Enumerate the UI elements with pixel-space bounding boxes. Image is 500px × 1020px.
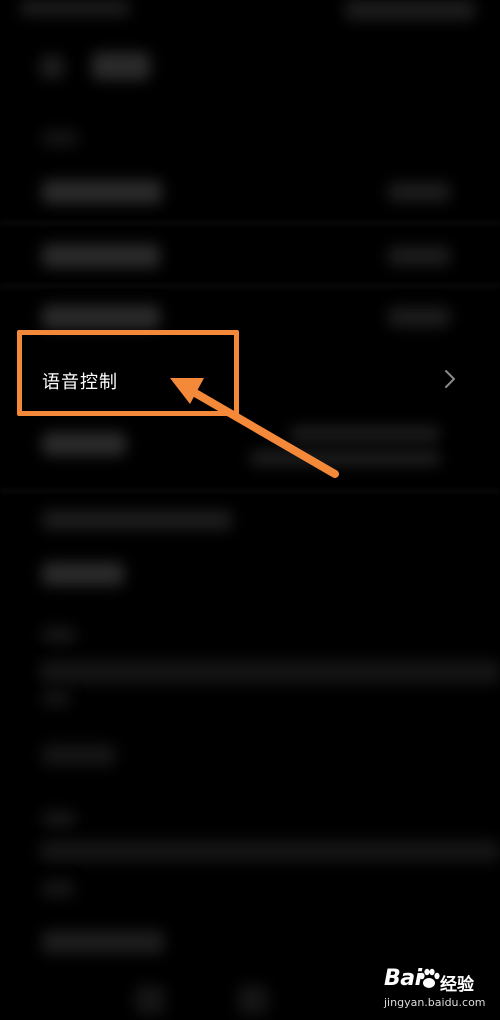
blurred-status-left <box>20 0 130 16</box>
blurred-row-band-2 <box>40 840 500 862</box>
divider <box>0 490 500 492</box>
blurred-item-label-7 <box>42 626 76 644</box>
blurred-item-label-11 <box>42 880 74 898</box>
blurred-item-value-5a <box>290 426 440 442</box>
divider <box>0 285 500 287</box>
blurred-item-label-3 <box>42 305 160 329</box>
blurred-item-value-2 <box>388 246 450 266</box>
blurred-nav-icon-2 <box>238 985 268 1015</box>
blurred-item-value-3 <box>388 307 450 327</box>
blurred-back-icon <box>40 55 64 79</box>
blurred-row-band-1 <box>40 660 500 684</box>
blurred-section-header <box>42 130 78 146</box>
baidu-watermark: Bai 经验 jingyan.baidu.com <box>384 966 494 1014</box>
blurred-item-label-9 <box>42 744 116 766</box>
blurred-item-value-5b <box>250 450 440 466</box>
blurred-nav-icon-1 <box>135 985 165 1015</box>
blurred-item-value-1 <box>388 182 450 202</box>
blurred-section-header-2 <box>42 510 232 530</box>
divider <box>0 222 500 224</box>
blurred-item-label-10 <box>42 810 76 828</box>
blurred-item-label-2 <box>42 244 160 268</box>
blurred-status-right <box>345 0 475 20</box>
paw-icon <box>419 968 440 988</box>
watermark-url: jingyan.baidu.com <box>384 996 486 1009</box>
watermark-brand-cn: 经验 <box>440 975 474 995</box>
blurred-item-label-1 <box>42 180 162 204</box>
blurred-item-label-8 <box>42 690 70 706</box>
blurred-item-label-6 <box>42 562 124 586</box>
blurred-item-label-5 <box>42 432 126 456</box>
chevron-right-icon <box>445 370 455 388</box>
highlight-box <box>17 330 239 416</box>
blurred-item-label-12 <box>42 930 164 954</box>
blurred-page-title <box>92 52 150 80</box>
